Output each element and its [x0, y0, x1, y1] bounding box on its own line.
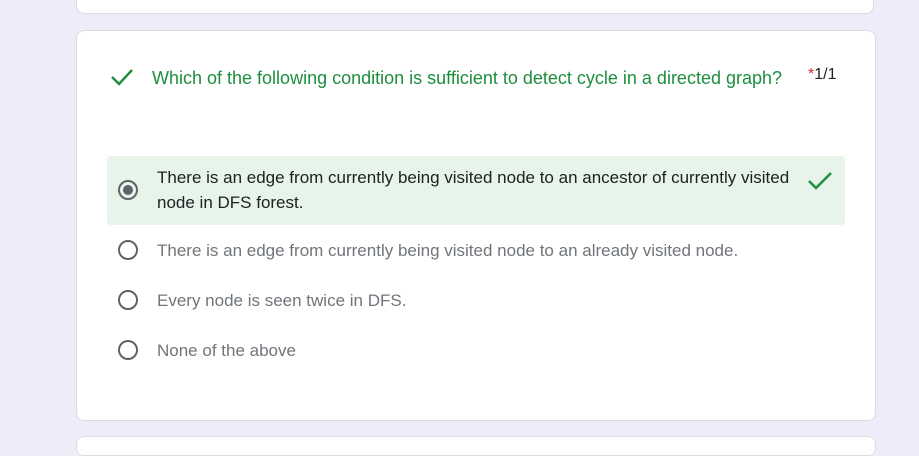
next-question-card [76, 436, 876, 456]
question-title: Which of the following condition is suff… [152, 68, 783, 88]
check-icon [111, 69, 133, 86]
radio-button-selected[interactable] [118, 180, 138, 200]
question-score: *1/1 [808, 66, 836, 84]
option-label: There is an edge from currently being vi… [157, 168, 790, 212]
option-label: There is an edge from currently being vi… [157, 241, 739, 260]
radio-button[interactable] [118, 340, 138, 360]
radio-button[interactable] [118, 240, 138, 260]
option-2[interactable]: There is an edge from currently being vi… [107, 236, 845, 266]
radio-button[interactable] [118, 290, 138, 310]
previous-question-card [76, 0, 874, 14]
option-label: Every node is seen twice in DFS. [157, 291, 407, 310]
correct-check-icon [808, 172, 832, 190]
score-value: 1/1 [814, 66, 837, 83]
option-correct-selected[interactable]: There is an edge from currently being vi… [107, 156, 845, 225]
option-label: None of the above [157, 341, 296, 360]
option-3[interactable]: Every node is seen twice in DFS. [107, 286, 845, 316]
option-4[interactable]: None of the above [107, 336, 845, 366]
